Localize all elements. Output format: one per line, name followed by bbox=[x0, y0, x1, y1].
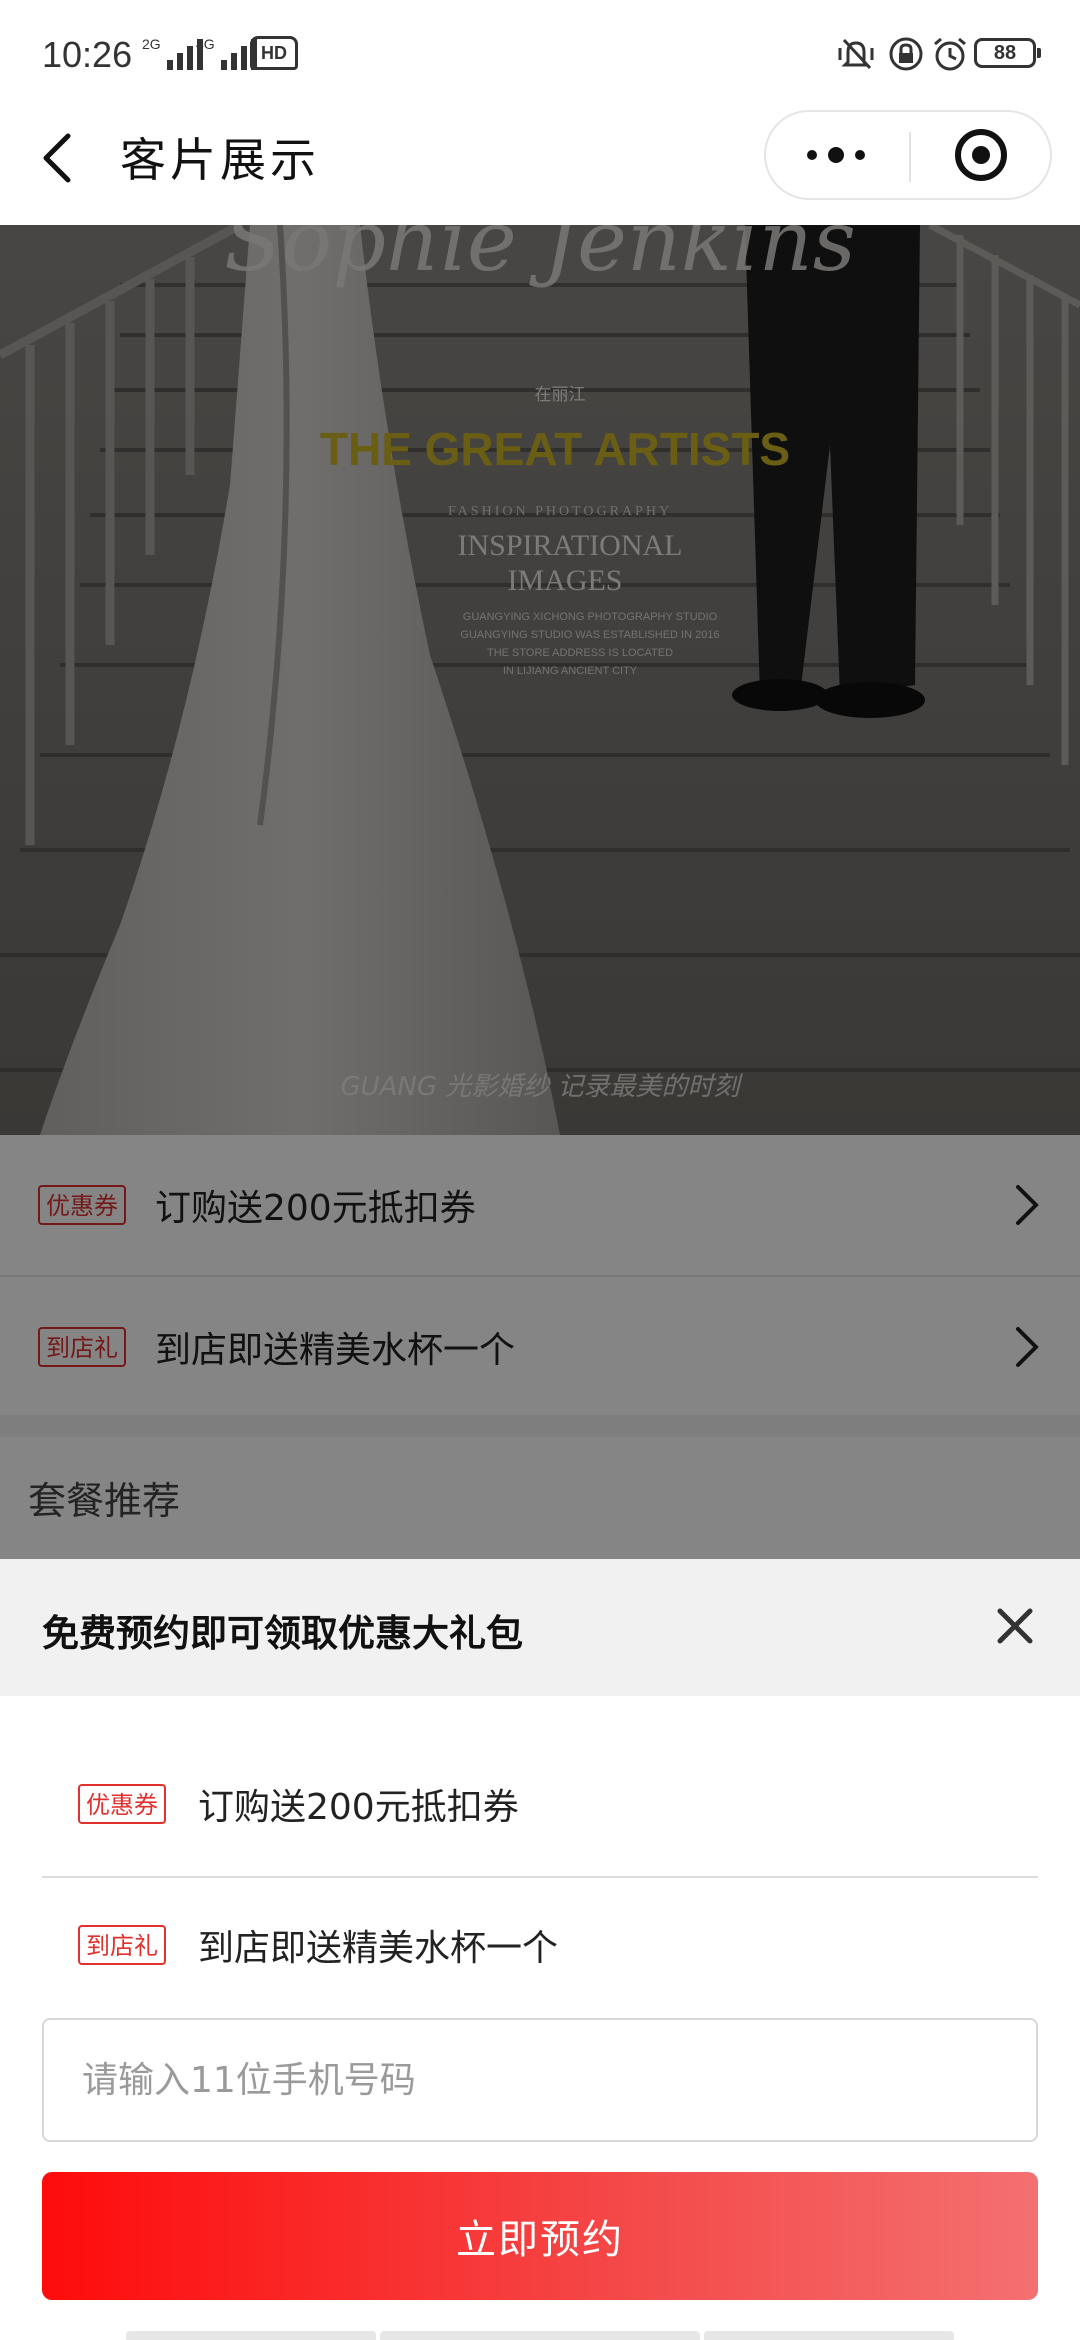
battery-icon: 88 bbox=[974, 38, 1041, 68]
page-title: 客片展示 bbox=[120, 133, 320, 187]
status-bar: 10:26 2G 4G HD 88 bbox=[0, 0, 1080, 110]
phone-input[interactable] bbox=[42, 2018, 1038, 2142]
nav-bar: 客片展示 bbox=[0, 110, 1080, 225]
signal-sim2-icon: 4G bbox=[196, 36, 257, 70]
coupon-tag: 优惠券 bbox=[78, 1784, 166, 1824]
more-dots-icon[interactable] bbox=[766, 112, 909, 198]
vibrate-icon bbox=[838, 38, 874, 70]
lock-rotation-icon bbox=[889, 37, 923, 71]
sheet-row-text: 到店即送精美水杯一个 bbox=[198, 1928, 559, 1969]
sheet-row-discount: 优惠券 订购送200元抵扣券 bbox=[42, 1784, 1038, 1924]
sheet-title: 免费预约即可领取优惠大礼包 bbox=[42, 1612, 523, 1655]
content-peek bbox=[704, 2331, 954, 2340]
sheet-header: 免费预约即可领取优惠大礼包 bbox=[0, 1559, 1080, 1696]
miniprogram-capsule bbox=[764, 110, 1052, 200]
sheet-row-text: 订购送200元抵扣券 bbox=[198, 1787, 519, 1828]
back-arrow-icon[interactable] bbox=[38, 126, 78, 190]
hd-voice-icon: HD bbox=[250, 36, 298, 70]
content-peek bbox=[126, 2331, 376, 2340]
signal-sim1-icon: 2G bbox=[142, 36, 203, 70]
book-now-button[interactable]: 立即预约 bbox=[42, 2172, 1038, 2300]
coupon-tag: 到店礼 bbox=[78, 1925, 166, 1965]
content-peek bbox=[380, 2331, 700, 2340]
target-circle-icon[interactable] bbox=[911, 112, 1052, 198]
close-icon[interactable] bbox=[990, 1601, 1040, 1651]
sheet-divider bbox=[42, 1876, 1038, 1878]
alarm-icon bbox=[934, 37, 966, 71]
booking-sheet: 免费预约即可领取优惠大礼包 优惠券 订购送200元抵扣券 到店礼 到店即送精美水… bbox=[0, 1559, 1080, 2340]
status-time: 10:26 bbox=[42, 34, 133, 75]
